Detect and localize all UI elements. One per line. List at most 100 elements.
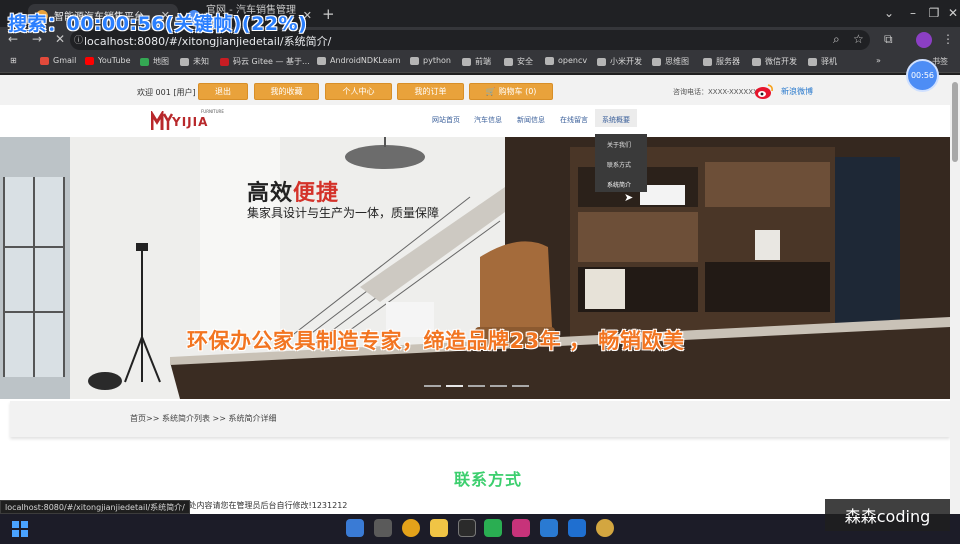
bookmark-star-icon[interactable]: ☆ (853, 32, 864, 46)
folder-icon (652, 57, 661, 66)
p-app-icon[interactable] (568, 519, 586, 537)
carousel-dot[interactable] (468, 385, 485, 387)
cart-label: 购物车 (0) (498, 87, 537, 96)
window-close-icon[interactable]: ✕ (946, 6, 960, 20)
bookmark-youtube[interactable]: YouTube (85, 56, 131, 65)
bookmark-gmail[interactable]: Gmail (40, 56, 76, 65)
bookmark-unknown[interactable]: 未知 (180, 56, 209, 67)
status-bar: localhost:8080/#/xitongjianjiedetail/系统简… (0, 500, 190, 514)
bookmark-opencv[interactable]: opencv (545, 56, 587, 65)
terminal-icon[interactable] (458, 519, 476, 537)
hero-image (0, 137, 950, 399)
section-title: 联系方式 (454, 470, 523, 489)
bookmark-server[interactable]: 服务器 (703, 56, 740, 67)
vscode-icon[interactable] (540, 519, 558, 537)
folder-icon (317, 56, 326, 65)
scrollbar-thumb[interactable] (952, 82, 958, 162)
bookmark-frontend[interactable]: 前端 (462, 56, 491, 67)
bookmark-wechat-dev[interactable]: 微信开发 (752, 56, 797, 67)
profile-avatar[interactable] (916, 32, 932, 48)
folder-icon (752, 57, 761, 66)
bookmark-security[interactable]: 安全 (504, 56, 533, 67)
folder-icon (597, 57, 606, 66)
wechat-icon[interactable] (484, 519, 502, 537)
bookmark-python[interactable]: python (410, 56, 451, 65)
folder-icon (410, 56, 419, 65)
carousel-dot[interactable] (512, 385, 529, 387)
carousel-dot-active[interactable] (446, 385, 463, 387)
welcome-text: 欢迎 001 [用户] (137, 88, 196, 97)
brand-logo-subtext: FURNITURE (201, 109, 224, 114)
apps-icon[interactable]: ⊞ (10, 56, 17, 65)
folder-icon (504, 57, 513, 66)
gmail-icon (40, 56, 49, 65)
screen: 智能源汽车销售平台 ✕ 官网 - 汽车销售管理系统 ✕ + ⌄ – ❐ ✕ ← … (0, 0, 960, 544)
jetbrains-icon[interactable] (512, 519, 530, 537)
nav-home[interactable]: 网站首页 (432, 115, 460, 125)
main-nav: YIJIA FURNITURE 网站首页 汽车信息 新闻信息 在线留言 系统概要 (0, 105, 950, 137)
carousel-dot[interactable] (490, 385, 507, 387)
nav-cars[interactable]: 汽车信息 (474, 115, 502, 125)
nav-news[interactable]: 新闻信息 (517, 115, 545, 125)
cart-button[interactable]: 🛒 购物车 (0) (469, 83, 553, 100)
app-icon[interactable] (596, 519, 614, 537)
nav-system-overview[interactable]: 系统概要 (602, 115, 630, 125)
bookmark-xiaomi[interactable]: 小米开发 (597, 56, 642, 67)
brand-logo-text[interactable]: YIJIA (172, 115, 208, 129)
video-search-overlay: 搜索：00:00:56(关键帧)(22%) (8, 13, 308, 35)
mouse-cursor-icon: ➤ (624, 191, 634, 204)
logout-button[interactable]: 退出 (198, 83, 248, 100)
task-view-icon[interactable] (374, 519, 392, 537)
maps-icon (140, 57, 149, 66)
system-overview-dropdown: 关于我们 联系方式 系统简介 (595, 134, 647, 192)
more-bookmarks-icon[interactable]: » (876, 56, 881, 65)
tab-search-icon[interactable]: ⌄ (882, 6, 896, 20)
menu-icon[interactable]: ⋮ (942, 32, 954, 46)
maximize-icon[interactable]: ❐ (927, 6, 941, 20)
folder-icon (462, 57, 471, 66)
carousel-dot[interactable] (424, 385, 441, 387)
banner-subtitle: 集家具设计与生产为一体，质量保障 (247, 206, 440, 220)
chrome-icon[interactable] (402, 519, 420, 537)
nav-messages[interactable]: 在线留言 (560, 115, 588, 125)
minimize-icon[interactable]: – (906, 6, 920, 20)
cart-icon: 🛒 (485, 87, 496, 96)
profile-center-button[interactable]: 个人中心 (325, 83, 392, 100)
breadcrumb[interactable]: 首页>> 系统简介列表 >> 系统简介详细 (130, 413, 276, 424)
bookmark-maps[interactable]: 地图 (140, 56, 169, 67)
timer-badge[interactable]: 00:56 (906, 59, 939, 92)
file-explorer-icon[interactable] (430, 519, 448, 537)
brand-logo-icon[interactable] (151, 111, 173, 131)
bookmark-mindmap[interactable]: 思维图 (652, 56, 689, 67)
weibo-icon[interactable] (754, 83, 774, 100)
extensions-icon[interactable]: ⧉ (884, 32, 893, 47)
content-text: 式,此处内容请您在管理员后台自行修改!1231212 (170, 501, 348, 510)
windows-start-icon[interactable] (346, 519, 364, 537)
start-icon[interactable] (12, 521, 28, 537)
dropdown-system-intro[interactable]: 系统简介 (607, 180, 631, 189)
hero-banner: 高效便捷 集家具设计与生产为一体，质量保障 (0, 137, 950, 399)
folder-icon (808, 57, 817, 66)
zoom-icon[interactable]: ⌕ (833, 32, 840, 47)
taskbar (0, 514, 960, 544)
folder-icon (180, 57, 189, 66)
banner-title-accent: 便捷 (293, 181, 340, 206)
folder-icon (703, 57, 712, 66)
bookmark-yiji[interactable]: 驿机 (808, 56, 837, 67)
folder-icon (545, 56, 554, 65)
bookmark-androidndk[interactable]: AndroidNDKLearn (317, 56, 401, 65)
banner-title: 高效便捷 (247, 181, 340, 206)
dropdown-contact[interactable]: 联系方式 (607, 160, 631, 169)
my-orders-button[interactable]: 我的订单 (397, 83, 464, 100)
web-page: 欢迎 001 [用户] 退出 我的收藏 个人中心 我的订单 🛒 购物车 (0) … (0, 75, 950, 514)
youtube-icon (85, 56, 94, 65)
page-top-bar: 欢迎 001 [用户] 退出 我的收藏 个人中心 我的订单 🛒 购物车 (0) … (0, 75, 950, 105)
hotline-text: 咨询电话：XXXX-XXXXXX (673, 88, 758, 96)
bookmarks-bar: ⊞ Gmail YouTube 地图 未知 码云 Gitee — 基于... A… (0, 53, 960, 73)
new-tab-icon[interactable]: + (322, 5, 335, 23)
overlay-slogan: 环保办公家具制造专家，缔造品牌23年 ， 畅销欧美 (187, 329, 685, 353)
bookmark-gitee[interactable]: 码云 Gitee — 基于... (220, 56, 310, 67)
my-favorites-button[interactable]: 我的收藏 (254, 83, 319, 100)
weibo-link[interactable]: 新浪微博 (781, 86, 813, 97)
dropdown-about-us[interactable]: 关于我们 (607, 140, 631, 149)
